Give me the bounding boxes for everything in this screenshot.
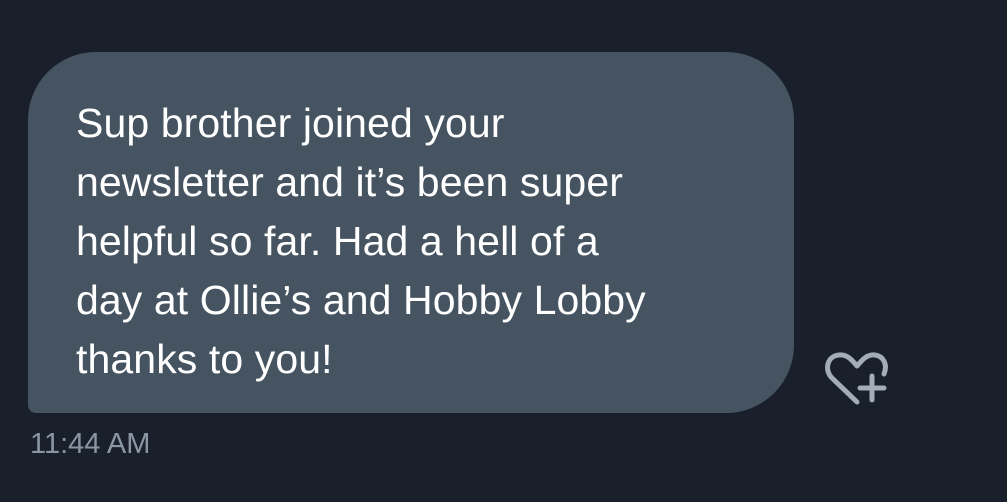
message-timestamp: 11:44 AM (30, 428, 151, 460)
add-reaction-button[interactable] (822, 350, 888, 410)
message-bubble[interactable]: Sup brother joined your newsletter and i… (28, 52, 794, 413)
message-text: Sup brother joined your newsletter and i… (76, 100, 646, 382)
heart-plus-icon (825, 352, 888, 405)
